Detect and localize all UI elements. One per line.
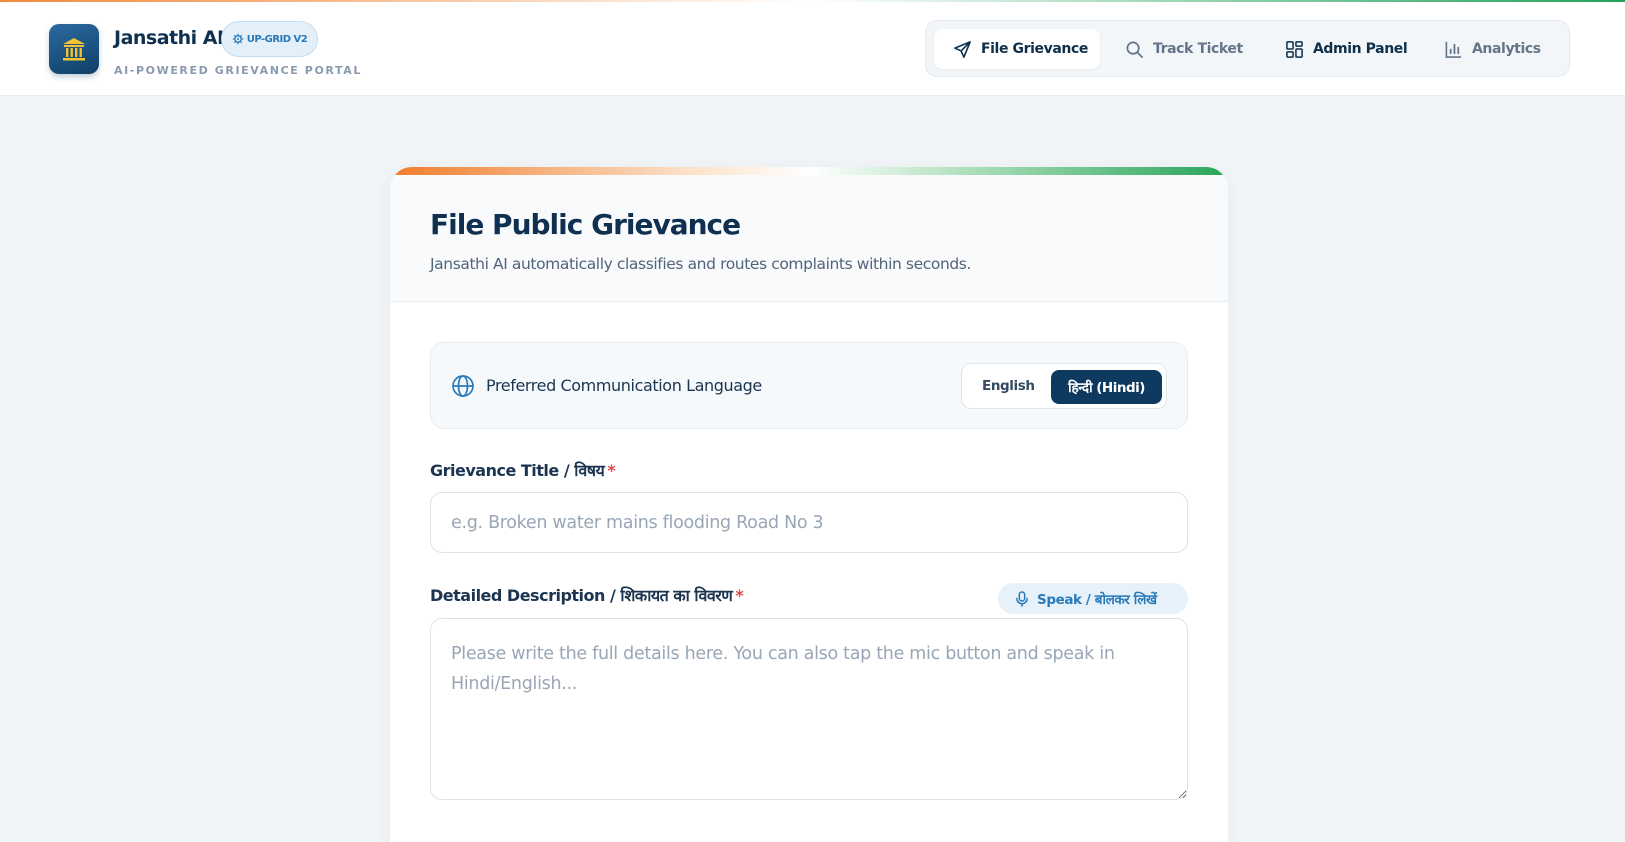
nav-analytics[interactable]: Analytics — [1425, 29, 1561, 69]
description-label-text: Detailed Description / शिकायत का विवरण — [430, 586, 733, 605]
required-asterisk: * — [735, 586, 744, 605]
language-option-hindi[interactable]: हिन्दी (Hindi) — [1051, 370, 1162, 404]
chip-icon — [232, 33, 243, 45]
nav-analytics-label: Analytics — [1472, 41, 1541, 57]
bar-chart-icon — [1445, 41, 1462, 58]
nav-track-ticket[interactable]: Track Ticket — [1106, 29, 1256, 69]
dashboard-grid-icon — [1286, 40, 1303, 58]
send-icon — [954, 40, 971, 58]
microphone-icon — [1016, 590, 1028, 607]
card-header: File Public Grievance Jansathi AI automa… — [390, 175, 1228, 302]
government-building-icon — [63, 38, 85, 61]
grievance-form-card: File Public Grievance Jansathi AI automa… — [390, 167, 1228, 842]
speak-button[interactable]: Speak / बोलकर लिखें — [998, 583, 1188, 614]
grievance-title-input[interactable] — [430, 492, 1188, 553]
page-subtitle: Jansathi AI automatically classifies and… — [430, 255, 972, 273]
nav-admin-panel[interactable]: Admin Panel — [1266, 29, 1417, 69]
main-nav: File Grievance Track Ticket Admin Panel — [925, 20, 1570, 77]
globe-icon — [452, 375, 474, 397]
language-option-english[interactable]: English — [982, 378, 1035, 394]
card-tricolor-stripe — [390, 167, 1228, 175]
language-toggle: English हिन्दी (Hindi) — [961, 363, 1167, 409]
logo[interactable] — [49, 24, 99, 74]
description-label: Detailed Description / शिकायत का विवरण * — [430, 584, 744, 606]
version-badge: UP-GRID V2 — [221, 21, 318, 57]
tagline: AI-POWERED GRIEVANCE PORTAL — [114, 64, 362, 77]
language-label: Preferred Communication Language — [486, 376, 762, 395]
nav-track-ticket-label: Track Ticket — [1153, 41, 1243, 57]
nav-file-grievance-label: File Grievance — [981, 41, 1088, 57]
language-preference-panel: Preferred Communication Language English… — [430, 342, 1188, 429]
search-icon — [1126, 41, 1143, 58]
nav-admin-panel-label: Admin Panel — [1313, 41, 1408, 57]
brand-name: Jansathi AI — [114, 27, 224, 49]
speak-button-label: Speak / बोलकर लिखें — [1037, 591, 1157, 608]
app-header: Jansathi AI UP-GRID V2 AI-POWERED GRIEVA… — [0, 2, 1625, 96]
version-badge-label: UP-GRID V2 — [246, 33, 308, 45]
required-asterisk: * — [607, 461, 616, 480]
page-title: File Public Grievance — [430, 208, 741, 241]
grievance-title-label-text: Grievance Title / विषय — [430, 461, 605, 480]
grievance-title-label: Grievance Title / विषय * — [430, 459, 616, 481]
description-textarea[interactable] — [430, 618, 1188, 800]
nav-file-grievance[interactable]: File Grievance — [934, 29, 1100, 69]
